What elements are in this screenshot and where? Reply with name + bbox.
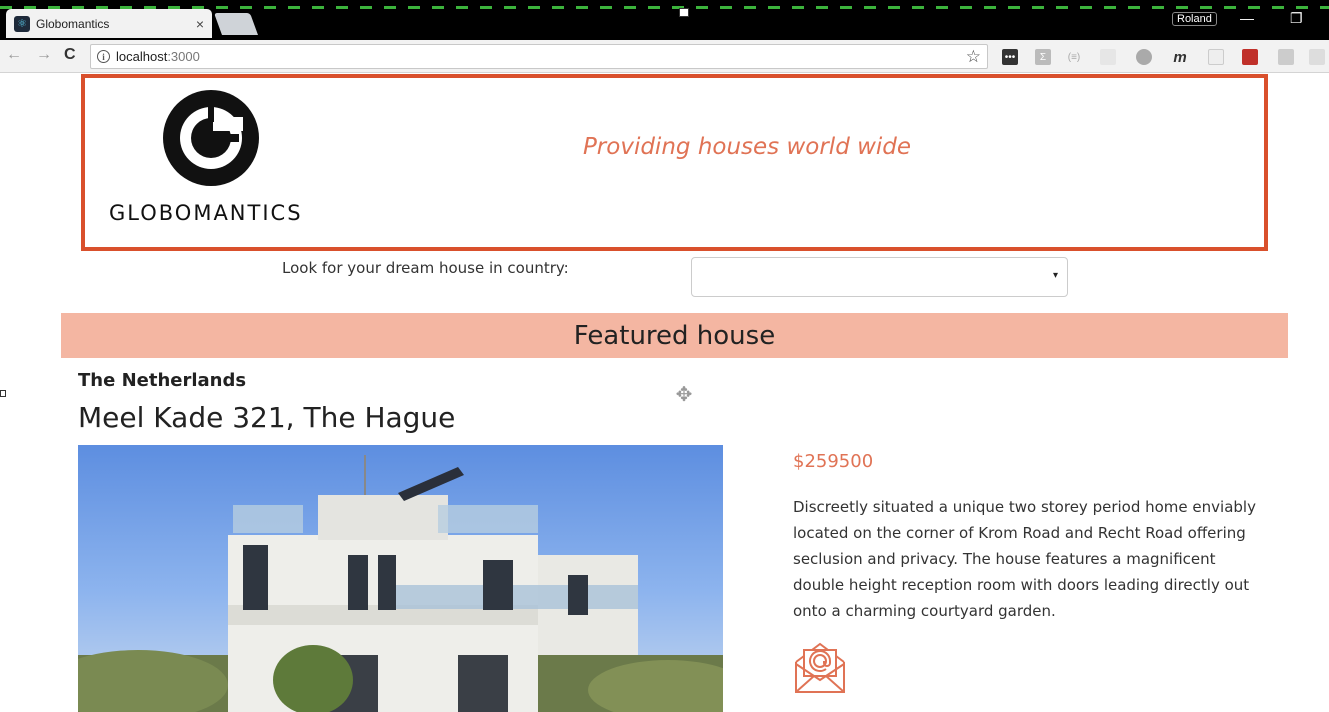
tab-close-icon[interactable]: × bbox=[196, 16, 204, 32]
info-icon[interactable]: i bbox=[97, 50, 110, 63]
profile-button[interactable]: Roland bbox=[1172, 12, 1217, 26]
house-description: Discreetly situated a unique two storey … bbox=[793, 498, 1256, 620]
logo-text: GLOBOMANTICS bbox=[109, 201, 303, 225]
window-resize-handle[interactable] bbox=[679, 8, 689, 17]
email-envelope-icon[interactable] bbox=[792, 640, 848, 694]
country-search-label: Look for your dream house in country: bbox=[282, 259, 569, 277]
extension-icon[interactable]: m bbox=[1172, 49, 1188, 66]
move-cursor-icon: ✥ bbox=[675, 382, 693, 406]
restore-button[interactable]: ❐ bbox=[1290, 10, 1303, 27]
house-price: $259500 bbox=[793, 451, 874, 472]
extension-icon[interactable] bbox=[1208, 49, 1224, 65]
forward-button[interactable]: → bbox=[36, 46, 52, 64]
new-tab-button[interactable] bbox=[213, 13, 259, 35]
react-favicon-icon: ⚛ bbox=[14, 15, 30, 32]
minimize-button[interactable]: — bbox=[1240, 10, 1254, 26]
extension-icon[interactable]: Σ bbox=[1035, 49, 1051, 65]
featured-title: Featured house bbox=[573, 320, 776, 351]
tagline: Providing houses world wide bbox=[582, 134, 912, 160]
back-button[interactable]: ← bbox=[6, 46, 22, 64]
dropdown-caret-icon: ▾ bbox=[1052, 270, 1058, 281]
extension-icon[interactable] bbox=[1309, 49, 1325, 65]
bookmark-star-icon[interactable]: ☆ bbox=[966, 47, 981, 67]
tab-title: Globomantics bbox=[36, 16, 110, 31]
site-header: GLOBOMANTICS Providing houses world wide bbox=[81, 74, 1268, 251]
url-text: localhost:3000 bbox=[116, 49, 200, 64]
extension-icon[interactable] bbox=[1136, 49, 1152, 65]
house-photo bbox=[78, 445, 723, 712]
extension-icon[interactable]: (≡) bbox=[1066, 49, 1082, 65]
extension-icon[interactable] bbox=[1100, 49, 1116, 65]
browser-tab[interactable]: ⚛ Globomantics × bbox=[6, 9, 212, 38]
featured-section-header: Featured house bbox=[61, 313, 1288, 358]
country-select[interactable]: ▾ bbox=[691, 257, 1068, 297]
house-country: The Netherlands bbox=[78, 370, 247, 391]
address-bar[interactable]: i localhost:3000 ☆ bbox=[90, 44, 988, 69]
extension-icon[interactable]: ••• bbox=[1002, 49, 1018, 65]
house-address: Meel Kade 321, The Hague bbox=[78, 401, 456, 434]
reload-button[interactable]: C bbox=[64, 46, 76, 64]
browser-titlebar: ⚛ Globomantics × Roland — ❐ bbox=[0, 0, 1329, 40]
extension-icon[interactable] bbox=[1278, 49, 1294, 65]
window-resize-handle[interactable] bbox=[0, 390, 6, 397]
extension-icon[interactable] bbox=[1242, 49, 1258, 65]
browser-toolbar: ← → C i localhost:3000 ☆ ••• Σ (≡) m bbox=[0, 40, 1329, 73]
